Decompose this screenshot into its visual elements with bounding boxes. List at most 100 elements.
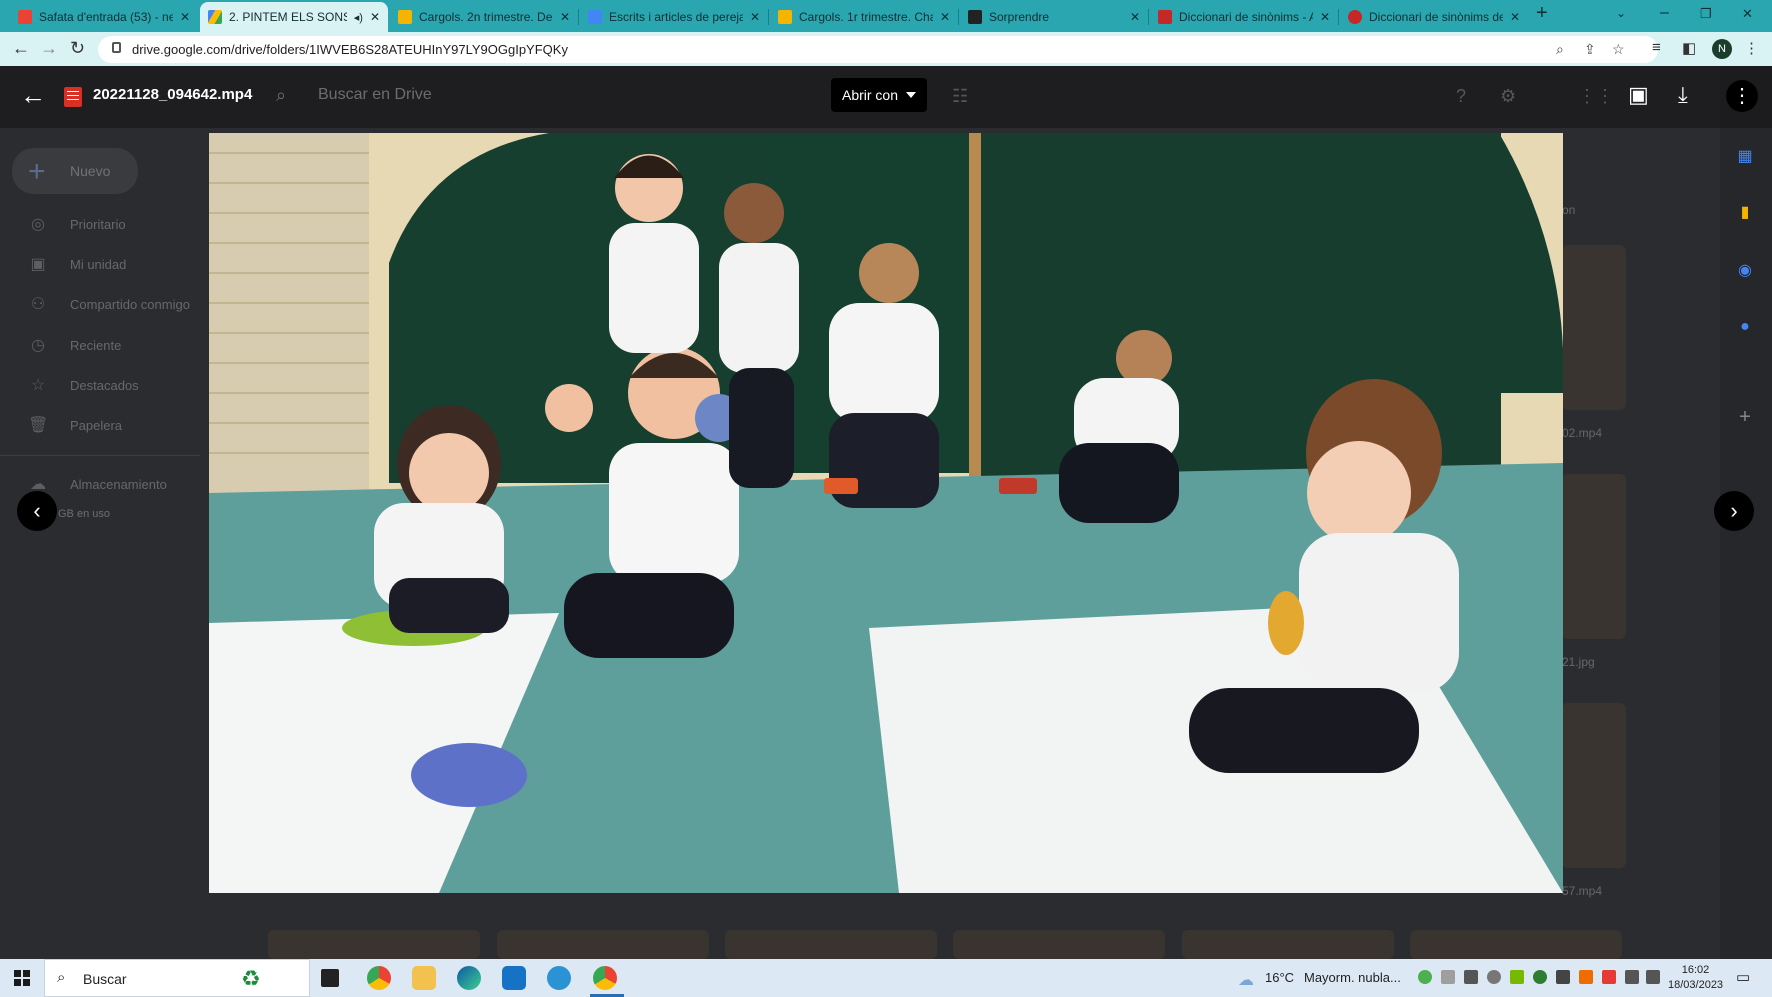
back-icon[interactable]: ← <box>12 38 30 59</box>
weather-temp[interactable]: 16°C <box>1265 970 1294 985</box>
tab-title: Cargols. 1r trimestre. Chant <box>799 10 933 24</box>
sidebar-item-trash[interactable]: 🗑 Papelera <box>28 413 122 437</box>
tab-sorprendre[interactable]: Sorprendre ✕ <box>960 2 1148 32</box>
security-icon[interactable] <box>1418 970 1432 984</box>
sort-label[interactable]: on <box>1562 203 1575 217</box>
close-icon[interactable]: ✕ <box>1510 10 1520 24</box>
file-thumbnail[interactable] <box>1410 930 1622 959</box>
sidebar-item-starred[interactable]: ☆ Destacados <box>28 373 139 397</box>
close-icon[interactable]: ✕ <box>370 10 380 24</box>
address-bar[interactable]: drive.google.com/drive/folders/1IWVEB6S2… <box>98 36 1658 63</box>
book-icon <box>1158 10 1172 24</box>
chrome-profile-icon[interactable] <box>593 966 617 990</box>
pen-icon[interactable] <box>1441 970 1455 984</box>
video-player[interactable] <box>209 133 1563 893</box>
profile-avatar[interactable]: N <box>1712 39 1732 59</box>
sidebar-item-my-drive[interactable]: ▣ Mi unidad <box>28 252 126 276</box>
tab-slides-2n[interactable]: Cargols. 2n trimestre. De p ✕ <box>390 2 578 32</box>
bookmark-star-icon[interactable]: ☆ <box>1612 41 1625 58</box>
tab-gmail[interactable]: Safata d'entrada (53) - neu ✕ <box>10 2 198 32</box>
tab-diccionari-2[interactable]: Diccionari de sinònims de ✕ <box>1340 2 1528 32</box>
close-icon[interactable]: ✕ <box>940 10 950 24</box>
nvidia-icon[interactable] <box>1510 970 1524 984</box>
display-icon[interactable] <box>1556 970 1570 984</box>
cloud-sync-icon[interactable] <box>1487 970 1501 984</box>
file-thumbnail[interactable] <box>1562 474 1626 639</box>
window-close-button[interactable]: ✕ <box>1742 6 1753 22</box>
share-icon[interactable]: ⇪ <box>1584 41 1596 58</box>
video-file-icon <box>64 87 82 107</box>
file-thumbnail[interactable] <box>953 930 1165 959</box>
back-arrow-icon[interactable]: ← <box>20 80 46 111</box>
recycle-icon: ♻ <box>241 966 261 991</box>
menu-dots-icon[interactable]: ⋮ <box>1744 39 1759 57</box>
close-icon[interactable]: ✕ <box>1130 10 1140 24</box>
tab-title: 2. PINTEM ELS SONS D <box>229 10 347 24</box>
tab-docs[interactable]: Escrits i articles de perejau ✕ <box>580 2 768 32</box>
file-thumbnail[interactable] <box>1562 245 1626 410</box>
wifi-icon[interactable] <box>1625 970 1639 984</box>
notification-app-icon[interactable] <box>1602 970 1616 984</box>
mail-icon[interactable] <box>502 966 526 990</box>
file-thumbnail[interactable] <box>1562 703 1626 868</box>
internet-explorer-icon[interactable] <box>547 966 571 990</box>
browser-toolbar: ← → ↻ drive.google.com/drive/folders/1IW… <box>0 32 1772 66</box>
contacts-icon[interactable]: ● <box>1734 318 1756 340</box>
speaker-icon[interactable]: ◂) <box>354 11 363 24</box>
sidebar-item-shared[interactable]: ⚇ Compartido conmigo <box>28 292 190 316</box>
reload-icon[interactable]: ↻ <box>70 38 85 59</box>
keep-icon[interactable]: ▮ <box>1734 202 1756 224</box>
new-button[interactable]: + Nuevo <box>12 148 138 194</box>
tab-search-icon[interactable]: ⌄ <box>1616 6 1626 20</box>
url-text[interactable]: drive.google.com/drive/folders/1IWVEB6S2… <box>132 42 568 57</box>
calendar-icon[interactable]: ▦ <box>1734 146 1756 168</box>
video-frame <box>209 133 1563 893</box>
side-panel-icon[interactable]: ◧ <box>1682 39 1696 57</box>
chrome-icon[interactable] <box>367 966 391 990</box>
office-icon[interactable] <box>1579 970 1593 984</box>
sidebar-item-storage[interactable]: ☁ Almacenamiento <box>28 472 167 496</box>
zoom-icon[interactable]: ⌕ <box>1556 41 1564 58</box>
weather-text[interactable]: Mayorm. nubla... <box>1304 970 1401 985</box>
close-icon[interactable]: ✕ <box>1320 10 1330 24</box>
task-view-icon[interactable] <box>321 969 339 987</box>
tasks-icon[interactable]: ◉ <box>1734 260 1756 282</box>
add-addon-icon[interactable]: + <box>1734 406 1756 428</box>
close-icon[interactable]: ✕ <box>180 10 190 24</box>
sidebar-item-label: Papelera <box>70 417 123 433</box>
app-tray-icon[interactable] <box>1533 970 1547 984</box>
restore-button[interactable]: ❐ <box>1700 6 1712 22</box>
file-thumbnail[interactable] <box>268 930 480 959</box>
new-tab-button[interactable]: + <box>1536 2 1548 25</box>
file-explorer-icon[interactable] <box>412 966 436 990</box>
reading-list-icon[interactable]: ≡ <box>1652 39 1661 56</box>
windows-start-icon[interactable] <box>14 970 30 986</box>
volume-icon[interactable] <box>1646 970 1660 984</box>
battery-icon[interactable] <box>1464 970 1478 984</box>
forward-icon[interactable]: → <box>40 38 58 59</box>
tab-diccionari-1[interactable]: Diccionari de sinònims - A ✕ <box>1150 2 1338 32</box>
edge-icon[interactable] <box>457 966 481 990</box>
file-thumbnail[interactable] <box>1182 930 1394 959</box>
close-icon[interactable]: ✕ <box>750 10 760 24</box>
file-name-label: 02.mp4 <box>1562 426 1603 440</box>
next-arrow-icon[interactable]: › <box>1714 491 1754 531</box>
sidebar-item-label: Almacenamiento <box>70 476 167 492</box>
close-icon[interactable]: ✕ <box>560 10 570 24</box>
more-options-icon[interactable]: ⋮ <box>1726 80 1758 112</box>
download-icon[interactable]: ⤓ <box>1678 82 1688 108</box>
previous-arrow-icon[interactable]: ‹ <box>17 491 57 531</box>
system-clock[interactable]: 16:02 18/03/2023 <box>1668 963 1723 993</box>
notifications-icon[interactable]: ▭ <box>1736 968 1750 986</box>
file-thumbnail[interactable] <box>725 930 937 959</box>
tab-slides-1r[interactable]: Cargols. 1r trimestre. Chant ✕ <box>770 2 958 32</box>
taskbar-search-box[interactable]: ⌕ Buscar ♻ <box>44 959 310 997</box>
file-thumbnail[interactable] <box>497 930 709 959</box>
minimize-button[interactable]: – <box>1660 4 1669 22</box>
sidebar-item-priority[interactable]: ◎ Prioritario <box>28 212 126 236</box>
slides-icon <box>398 10 412 24</box>
tab-drive-active[interactable]: 2. PINTEM ELS SONS D ◂) ✕ <box>200 2 388 32</box>
open-with-button[interactable]: Abrir con <box>831 78 927 112</box>
add-comment-icon[interactable]: ▣ <box>1628 82 1649 108</box>
sidebar-item-recent[interactable]: ◷ Reciente <box>28 333 121 357</box>
